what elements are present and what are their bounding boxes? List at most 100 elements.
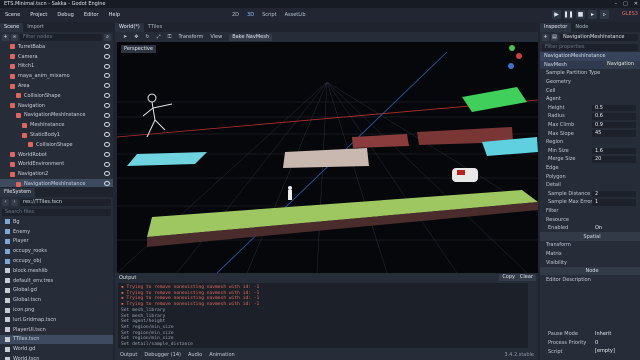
inspector-group[interactable]: Sample Partition Type [540, 69, 640, 78]
tab-scene[interactable]: Scene [0, 23, 24, 32]
visibility-eye-icon[interactable] [104, 44, 110, 49]
transform-menu[interactable]: Transform [178, 34, 203, 40]
pause-mode-select[interactable]: Inherit [592, 331, 636, 338]
inspector-group[interactable]: Region [540, 138, 640, 147]
search-files-input[interactable]: Search files [2, 208, 111, 216]
folder-item[interactable]: occupy_obj [0, 256, 113, 266]
play-custom-icon[interactable]: ▹ [600, 10, 609, 19]
folder-item[interactable]: occupy_rooks [0, 246, 113, 256]
property-value-field[interactable]: 20 [592, 156, 636, 163]
file-item[interactable]: block.meshlib [0, 266, 113, 276]
visibility-eye-icon[interactable] [104, 181, 110, 187]
property-value-field[interactable]: 0.5 [592, 104, 636, 112]
workspace-assetlib[interactable]: AssetLib [285, 12, 306, 18]
scene-tree-node[interactable]: Navigation [0, 101, 113, 111]
property-value-field[interactable]: 0.9 [592, 121, 636, 129]
perspective-menu[interactable]: Perspective [121, 45, 156, 53]
file-item[interactable]: lurl.Gridmap.tscn [0, 315, 113, 325]
scene-tree-node[interactable]: Area [0, 81, 113, 91]
add-node-icon[interactable]: + [2, 33, 9, 41]
stop-icon[interactable]: ■ [576, 10, 585, 19]
minimize-button[interactable]: – [615, 1, 618, 7]
property-value-field[interactable]: 1 [592, 199, 636, 206]
tab-filesystem[interactable]: FileSystem [0, 188, 36, 197]
pause-icon[interactable]: ❚❚ [563, 10, 574, 19]
scene-tree-node[interactable]: TurretBaba [0, 42, 113, 52]
process-priority-field[interactable]: 0 [592, 340, 636, 347]
scene-tree-node[interactable]: CollisionShape [0, 91, 113, 101]
3d-viewport[interactable]: Perspective [117, 42, 538, 273]
scene-tree-node[interactable]: WorldRobot [0, 150, 113, 160]
scene-tree-node[interactable]: WorldEnvironment [0, 160, 113, 170]
file-item[interactable]: TTiles.tscn [0, 334, 113, 345]
filter-nodes-input[interactable]: Filter nodes [20, 33, 102, 41]
new-resource-icon[interactable]: + [542, 33, 549, 41]
move-tool-icon[interactable]: ✥ [134, 34, 138, 40]
visibility-eye-icon[interactable] [104, 63, 110, 69]
inspector-group[interactable]: Agent [540, 95, 640, 104]
visibility-eye-icon[interactable] [104, 112, 110, 118]
bake-navmesh-button[interactable]: Bake NavMesh [229, 33, 272, 41]
select-tool-icon[interactable]: ➤ [123, 34, 127, 40]
scene-tree-node[interactable]: StaticBody1 [0, 130, 113, 140]
scene-tree-node[interactable]: maya_anim_mixamo [0, 71, 113, 81]
workspace-3d[interactable]: 3D [247, 12, 254, 18]
inspector-group[interactable]: Filter [540, 207, 640, 216]
menu-project[interactable]: Project [25, 12, 52, 18]
maximize-button[interactable]: □ [623, 1, 628, 7]
filter-properties-input[interactable]: Filter properties [542, 43, 638, 51]
scene-tree-node[interactable]: CollisionShape [0, 140, 113, 150]
scene-tree-node[interactable]: Hitch1 [0, 62, 113, 72]
script-field[interactable]: [empty] [592, 348, 636, 355]
visibility-eye-icon[interactable] [104, 151, 110, 157]
file-item[interactable]: Global.gd [0, 286, 113, 296]
inspector-group[interactable]: Polygon [540, 172, 640, 181]
visibility-eye-icon[interactable] [104, 83, 110, 89]
visibility-eye-icon[interactable] [104, 73, 110, 79]
menu-editor[interactable]: Editor [79, 12, 104, 18]
tab-debugger[interactable]: Debugger (14) [144, 352, 181, 358]
file-item[interactable]: World.gd [0, 344, 113, 354]
matrix-group[interactable]: Matrix [540, 250, 640, 259]
scale-tool-icon[interactable]: ⤢ [157, 34, 161, 40]
navmesh-resource-row[interactable]: NavMesh Navigation [540, 60, 640, 70]
menu-help[interactable]: Help [104, 12, 125, 18]
copy-button[interactable]: Copy [499, 274, 518, 281]
scene-tree-node[interactable]: Camera [0, 52, 113, 62]
inspector-group[interactable]: Detail [540, 181, 640, 190]
view-menu[interactable]: View [210, 34, 222, 40]
node-path-field[interactable]: NavigationMeshInstance [560, 33, 638, 41]
file-item[interactable]: World.tscn [0, 354, 113, 360]
tab-world[interactable]: World(*) [115, 23, 144, 32]
editor-description[interactable]: Editor Description [540, 275, 640, 284]
tab-import[interactable]: Import [23, 23, 48, 32]
scene-tree-node[interactable]: MeshInstance [0, 120, 113, 130]
play-icon[interactable]: ▶ [552, 10, 561, 19]
transform-group[interactable]: Transform [540, 241, 640, 250]
link-icon[interactable]: ∞ [11, 33, 18, 41]
workspace-script[interactable]: Script [262, 12, 277, 18]
visibility-eye-icon[interactable] [104, 92, 110, 98]
folder-item[interactable]: Enemy [0, 227, 113, 237]
clear-button[interactable]: Clear [516, 274, 536, 281]
visibility-eye-icon[interactable] [104, 122, 110, 128]
load-icon[interactable]: ▤ [551, 33, 558, 41]
folder-item[interactable]: Bg [0, 217, 113, 227]
file-item[interactable]: icon.png [0, 305, 113, 315]
close-button[interactable]: ✕ [634, 1, 638, 7]
scene-tree-node[interactable]: NavigationMeshInstance [0, 111, 113, 121]
forward-icon[interactable]: › [11, 198, 18, 206]
scene-tree-node[interactable]: Navigation2 [0, 169, 113, 179]
back-icon[interactable]: ‹ [2, 198, 9, 206]
visibility-eye-icon[interactable] [104, 102, 110, 108]
tab-output[interactable]: Output [120, 352, 137, 358]
visibility-eye-icon[interactable] [104, 161, 110, 167]
inspector-group[interactable]: Geometry [540, 78, 640, 87]
renderer-badge[interactable]: GLES3 [622, 11, 638, 17]
path-field[interactable]: res://TTiles.tscn [20, 198, 111, 206]
tab-animation[interactable]: Animation [209, 352, 235, 358]
visibility-eye-icon[interactable] [104, 132, 110, 138]
file-item[interactable]: Global.tscn [0, 295, 113, 305]
rotate-tool-icon[interactable]: ↻ [145, 34, 149, 40]
menu-scene[interactable]: Scene [0, 12, 25, 18]
